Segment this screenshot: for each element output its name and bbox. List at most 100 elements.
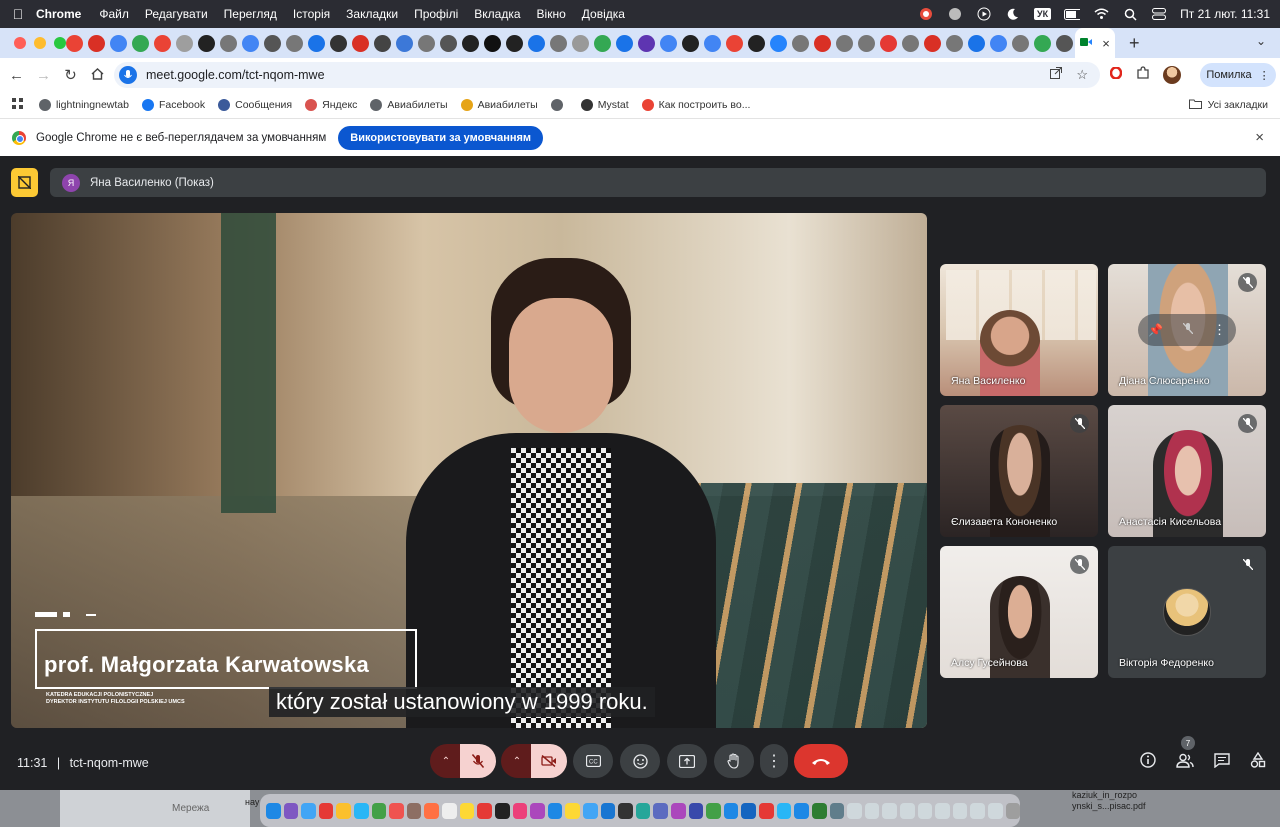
tab-favicon[interactable] [572, 34, 589, 52]
tab-favicon[interactable] [88, 34, 105, 52]
dock-app-icon[interactable] [759, 802, 774, 819]
dock-app-icon[interactable] [582, 802, 598, 819]
tab-favicon[interactable] [682, 34, 699, 52]
dock-app-icon[interactable] [794, 802, 809, 819]
tab-favicon[interactable] [1034, 34, 1051, 52]
tab-favicon[interactable] [352, 34, 369, 52]
bookmark-item[interactable]: Авиабилеты [370, 99, 448, 111]
status-app-icon[interactable] [918, 7, 934, 21]
bookmark-item[interactable]: Яндекс [305, 99, 357, 111]
dock-app-icon[interactable] [688, 802, 704, 819]
dock-app-icon[interactable] [477, 802, 492, 819]
apple-icon[interactable]:  [0, 6, 36, 22]
dock-app-icon[interactable] [723, 802, 739, 819]
menu-profiles[interactable]: Профілі [414, 7, 458, 21]
dock-app-icon[interactable] [970, 802, 985, 819]
video-options-button[interactable]: ⌃ [501, 744, 533, 778]
people-icon[interactable] [1176, 753, 1194, 773]
set-default-button[interactable]: Використовувати за умовчанням [338, 125, 544, 150]
dock-app-icon[interactable] [811, 802, 827, 819]
menubar-datetime[interactable]: Пт 21 лют. 11:31 [1180, 7, 1270, 21]
tab-favicon[interactable] [220, 34, 237, 52]
dock-app-icon[interactable] [512, 802, 528, 819]
tab-favicon[interactable] [462, 34, 479, 52]
dock-app-icon[interactable] [459, 802, 475, 819]
tab-favicon[interactable] [506, 34, 523, 52]
dock-app-icon[interactable] [530, 802, 545, 819]
dock-app-icon[interactable] [829, 802, 845, 819]
dock-app-icon[interactable] [442, 802, 457, 819]
tab-favicon[interactable] [924, 34, 941, 52]
presentation-toggle-button[interactable] [11, 168, 38, 197]
tab-favicon[interactable] [1056, 34, 1073, 52]
profile-avatar[interactable] [1163, 66, 1181, 84]
tab-favicon[interactable] [1012, 34, 1029, 52]
dock-app-icon[interactable] [424, 802, 440, 819]
tab-favicon[interactable] [154, 34, 171, 52]
tab-favicon[interactable] [484, 34, 501, 52]
tab-favicon[interactable] [704, 34, 721, 52]
address-bar[interactable]: meet.google.com/tct-nqom-mwe ☆ [114, 62, 1100, 88]
tab-favicon[interactable] [836, 34, 853, 52]
participant-tile[interactable]: Алсу Гусейнова [940, 546, 1098, 678]
play-icon[interactable] [976, 7, 992, 21]
back-icon[interactable]: ← [3, 67, 30, 84]
microphone-icon[interactable] [119, 66, 137, 84]
participant-tile[interactable]: Яна Василенко [940, 264, 1098, 396]
home-icon[interactable] [84, 67, 111, 84]
bookmark-item[interactable]: Как построить во... [641, 99, 750, 111]
menu-history[interactable]: Історія [293, 7, 330, 21]
tab-search-icon[interactable]: ⌄ [1256, 34, 1266, 48]
profile-error-button[interactable]: Помилка ⋮ [1200, 63, 1276, 87]
bookmark-item[interactable]: lightningnewtab [39, 99, 129, 111]
dock-app-icon[interactable] [899, 802, 915, 819]
dock-app-icon[interactable] [266, 802, 281, 819]
tab-favicon[interactable] [132, 34, 149, 52]
active-tab[interactable]: × [1075, 28, 1115, 58]
dock-app-icon[interactable] [635, 802, 651, 819]
reactions-button[interactable] [620, 744, 660, 778]
bookmark-item[interactable]: Mystat [580, 99, 629, 111]
participant-tile[interactable]: Вікторія Федоренко [1108, 546, 1266, 678]
zoom-window-button[interactable] [54, 37, 66, 49]
chat-icon[interactable] [1214, 752, 1230, 773]
participant-tile[interactable]: 📌 ⋮ Діана Слюсаренко [1108, 264, 1266, 396]
menu-help[interactable]: Довідка [582, 7, 625, 21]
tab-favicon[interactable] [858, 34, 875, 52]
raise-hand-button[interactable] [714, 744, 754, 778]
mute-participant-icon[interactable] [1182, 321, 1194, 339]
tab-favicon[interactable] [396, 34, 413, 52]
dock-app-icon[interactable] [987, 802, 1003, 819]
dock-app-icon[interactable] [565, 802, 580, 819]
control-center-icon[interactable] [1151, 7, 1167, 21]
dock-app-icon[interactable] [882, 802, 897, 819]
tab-favicon[interactable] [880, 34, 897, 52]
present-now-button[interactable] [667, 744, 707, 778]
close-icon[interactable]: × [1255, 129, 1264, 146]
battery-icon[interactable] [1064, 7, 1081, 21]
tab-favicon[interactable] [440, 34, 457, 52]
dock-app-icon[interactable] [847, 802, 862, 819]
opera-extension-icon[interactable] [1109, 66, 1123, 84]
tab-favicon[interactable] [990, 34, 1007, 52]
menu-file[interactable]: Файл [99, 7, 129, 21]
status-app-badge-icon[interactable] [947, 7, 963, 21]
tab-favicon[interactable] [968, 34, 985, 52]
tab-favicon[interactable] [616, 34, 633, 52]
tab-favicon[interactable] [242, 34, 259, 52]
participant-tile[interactable]: Анастасія Кисельова [1108, 405, 1266, 537]
tab-favicon[interactable] [528, 34, 545, 52]
wifi-icon[interactable] [1093, 7, 1109, 21]
url-text[interactable]: meet.google.com/tct-nqom-mwe [146, 68, 325, 82]
tab-favicon[interactable] [638, 34, 655, 52]
audio-options-button[interactable]: ⌃ [430, 744, 462, 778]
tab-favicon[interactable] [792, 34, 809, 52]
finder-sidebar-network[interactable]: Мережа [172, 803, 209, 814]
dock-app-icon[interactable] [618, 802, 633, 819]
menu-app-name[interactable]: Chrome [36, 7, 81, 21]
activities-icon[interactable] [1250, 751, 1266, 773]
moon-icon[interactable] [1005, 7, 1021, 21]
bookmark-item[interactable]: Facebook [141, 99, 205, 111]
dock-app-icon[interactable] [935, 802, 950, 819]
dock-app-icon[interactable] [706, 802, 721, 819]
